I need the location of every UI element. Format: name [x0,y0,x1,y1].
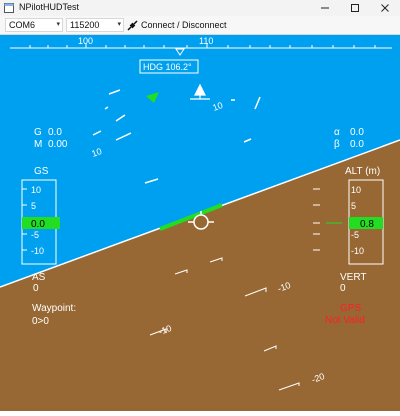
alt-tick-10: 10 [351,185,361,195]
alpha-label: α [334,127,340,138]
title-bar: NPilotHUDTest [0,0,400,17]
heading-tick-110: 110 [199,36,213,46]
g-label: G [34,127,42,138]
gps-status: Not Valid [325,315,365,326]
plug-icon [127,19,138,31]
connect-button[interactable]: Connect / Disconnect [127,18,227,32]
gs-tick-10: 10 [31,185,41,195]
gs-tick-neg5: -5 [31,230,39,240]
heading-tick-100: 100 [78,36,93,46]
g-value: 0.0 [48,127,62,138]
port-select[interactable]: COM6 ▾ [5,18,63,32]
alt-tick-5: 5 [351,201,356,211]
chevron-down-icon: ▾ [56,21,60,28]
gs-tick-5: 5 [31,201,36,211]
as-label: AS [32,272,46,283]
maximize-button[interactable] [340,0,370,16]
minimize-icon [321,7,329,9]
heading-value: HDG 106.2° [143,62,192,72]
as-value: 0 [33,283,39,294]
connect-label: Connect / Disconnect [141,20,227,30]
alpha-value: 0.0 [350,127,364,138]
close-icon [381,4,389,12]
beta-label: β [334,139,340,150]
waypoint-label: Waypoint: [32,303,76,314]
gs-tick-neg10: -10 [31,246,44,256]
mach-label: M [34,139,42,150]
gps-label: GPS [340,303,361,314]
alt-tick-neg5: -5 [351,230,359,240]
alt-tick-neg10: -10 [351,246,364,256]
gs-value: 0.0 [31,219,45,230]
maximize-icon [351,4,359,12]
hud-display: 100 110 HDG 106.2° 10 10 -10 -10 -20 G 0… [0,35,400,411]
beta-value: 0.0 [350,139,364,150]
window-title: NPilotHUDTest [19,2,80,12]
baud-select[interactable]: 115200 ▾ [66,18,124,32]
baud-value: 115200 [70,20,100,30]
chevron-down-icon: ▾ [117,21,121,28]
hud-canvas: 100 110 HDG 106.2° 10 10 -10 -10 -20 G 0… [0,35,400,411]
app-icon [4,3,14,13]
port-value: COM6 [9,20,36,30]
close-button[interactable] [370,0,400,16]
mach-value: 0.00 [48,139,68,150]
gs-label: GS [34,166,49,177]
alt-label: ALT (m) [345,166,380,177]
vert-label: VERT [340,272,367,283]
waypoint-value: 0>0 [32,316,49,327]
toolbar: COM6 ▾ 115200 ▾ Connect / Disconnect [0,16,400,35]
alt-value: 0.8 [360,219,374,230]
vert-value: 0 [340,283,346,294]
minimize-button[interactable] [310,0,340,16]
